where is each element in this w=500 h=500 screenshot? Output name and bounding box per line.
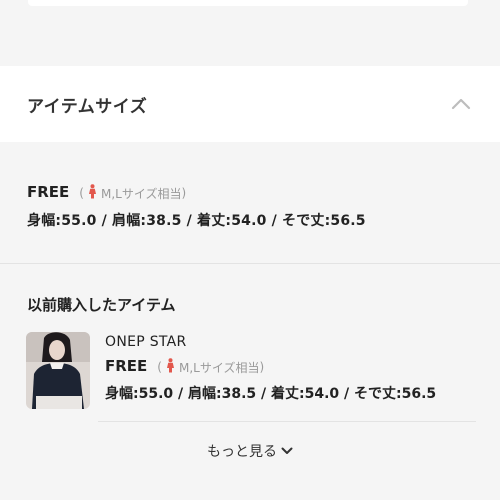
size-measurements: 身幅:55.0 / 肩幅:38.5 / 着丈:54.0 / そで丈:56.5 xyxy=(27,213,366,229)
brand-name[interactable]: ONEP STAR xyxy=(105,334,436,350)
item-size-section-header[interactable]: アイテムサイズ xyxy=(0,66,500,142)
item-info: ONEP STAR FREE ( M,Lサイズ相当 ) 身幅:55.0 / 肩幅… xyxy=(105,332,436,412)
item-size-equivalent-text: M,Lサイズ相当 xyxy=(178,360,260,375)
paren-close: ) xyxy=(181,186,187,200)
product-thumbnail[interactable] xyxy=(26,332,90,409)
paren-open: ( xyxy=(157,360,162,374)
woman-figure-icon xyxy=(166,358,175,376)
paren-close: ) xyxy=(259,360,265,374)
size-equivalent: ( M,Lサイズ相当 ) xyxy=(79,184,186,202)
item-size-details: FREE ( M,Lサイズ相当 ) 身幅:55.0 / 肩幅:38.5 / 着丈… xyxy=(27,183,477,230)
paren-open: ( xyxy=(79,186,84,200)
item-size-name: FREE xyxy=(105,357,148,375)
section-divider xyxy=(0,263,500,264)
list-item[interactable]: ONEP STAR FREE ( M,Lサイズ相当 ) 身幅:55.0 / 肩幅… xyxy=(26,332,476,412)
item-divider xyxy=(98,421,476,422)
size-name: FREE xyxy=(27,183,70,201)
item-size-row: FREE ( M,Lサイズ相当 ) xyxy=(105,357,436,376)
previous-card-bottom xyxy=(28,0,468,6)
show-more-label: もっと見る xyxy=(207,444,277,460)
size-row: FREE ( M,Lサイズ相当 ) xyxy=(27,183,477,202)
woman-figure-icon xyxy=(88,184,97,202)
size-equivalent-text: M,Lサイズ相当 xyxy=(100,186,182,201)
chevron-up-icon[interactable] xyxy=(449,92,473,116)
previous-items-title: 以前購入したアイテム xyxy=(27,296,176,314)
item-measurements: 身幅:55.0 / 肩幅:38.5 / 着丈:54.0 / そで丈:56.5 xyxy=(105,386,437,402)
item-size-equivalent: ( M,Lサイズ相当 ) xyxy=(157,358,264,376)
section-title: アイテムサイズ xyxy=(27,96,148,117)
show-more-button[interactable]: もっと見る xyxy=(0,440,500,462)
chevron-down-icon xyxy=(281,447,293,455)
